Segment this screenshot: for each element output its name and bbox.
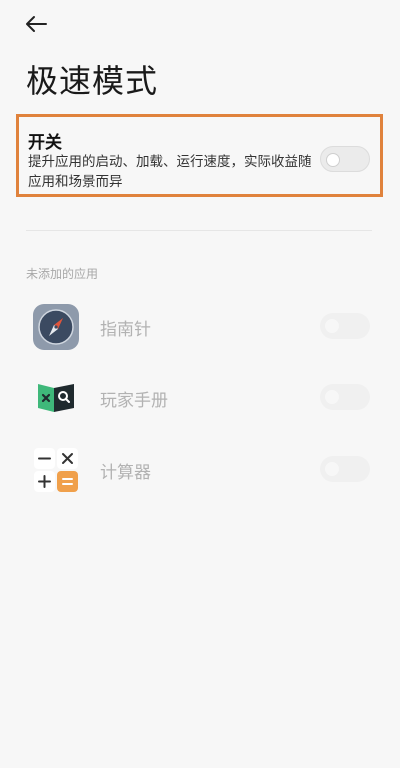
switch-title: 开关 (28, 133, 62, 153)
section-label: 未添加的应用 (26, 267, 99, 281)
speed-mode-toggle[interactable] (320, 146, 370, 172)
app-toggle-calculator[interactable] (320, 456, 370, 482)
page-title: 极速模式 (26, 62, 159, 100)
app-toggle-compass[interactable] (320, 313, 370, 339)
compass-icon (33, 304, 79, 350)
app-name: 计算器 (100, 463, 151, 483)
divider (26, 230, 372, 231)
player-handbook-icon (38, 384, 74, 412)
app-row-calculator: 计算器 (0, 446, 400, 502)
switch-description: 提升应用的启动、加载、运行速度，实际收益随应用和场景而异 (28, 154, 312, 190)
toggle-knob (325, 462, 339, 476)
app-name: 玩家手册 (100, 391, 168, 411)
app-row-player-handbook: 玩家手册 (0, 374, 400, 430)
toggle-knob (325, 390, 339, 404)
settings-page: 极速模式 开关 提升应用的启动、加载、运行速度，实际收益随应用和场景而异 未添加… (0, 0, 400, 768)
calculator-icon (34, 448, 78, 492)
app-name: 指南针 (100, 320, 151, 340)
toggle-knob (326, 153, 340, 167)
back-button[interactable] (24, 8, 64, 40)
toggle-knob (325, 319, 339, 333)
app-toggle-player-handbook[interactable] (320, 384, 370, 410)
app-row-compass: 指南针 (0, 303, 400, 359)
arrow-left-icon (26, 16, 47, 32)
